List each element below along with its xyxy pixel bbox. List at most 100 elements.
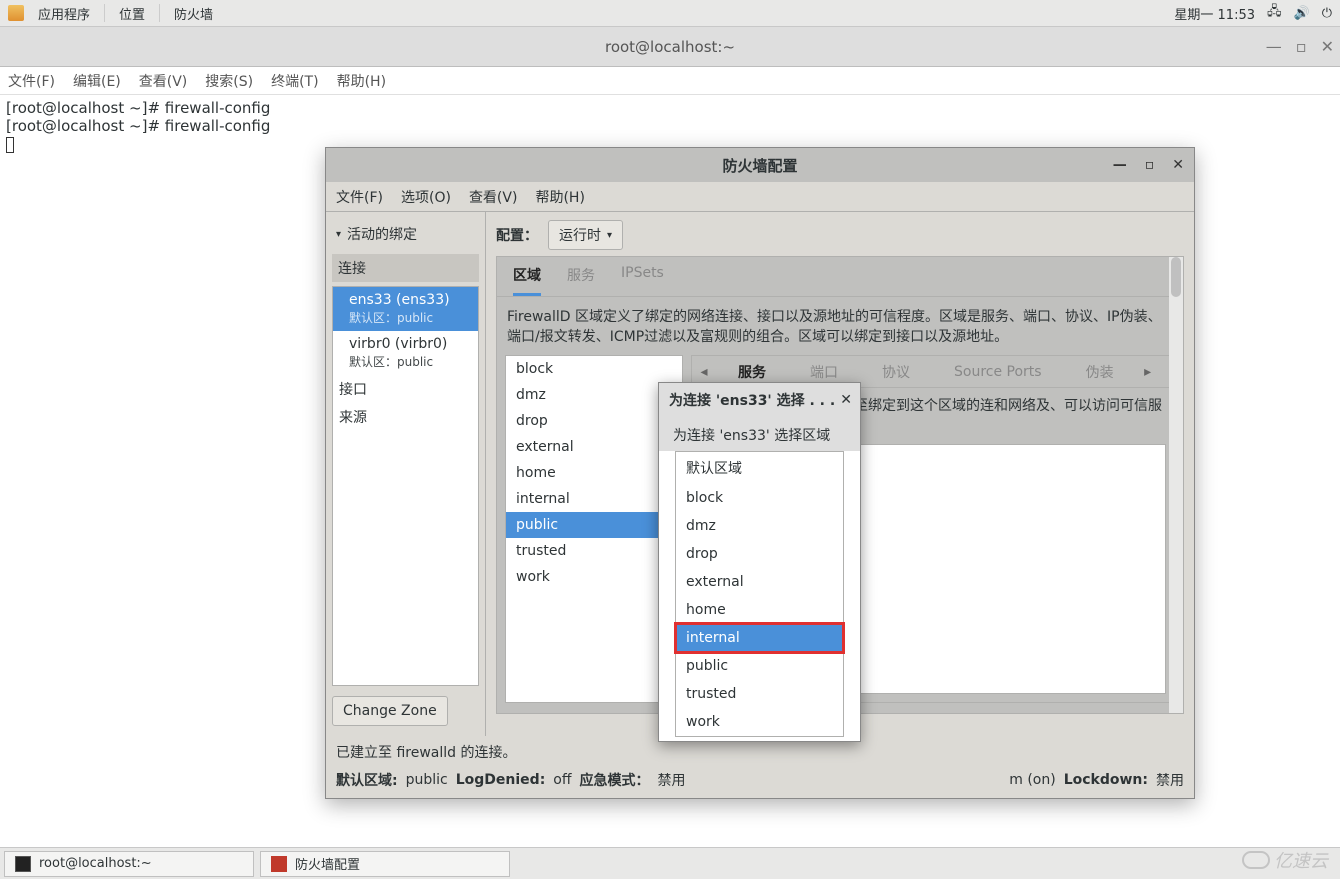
tab-zone[interactable]: 区域 bbox=[513, 265, 541, 296]
zone-option-trusted[interactable]: trusted bbox=[676, 680, 843, 708]
tab-masquerade[interactable]: 伪装 bbox=[1064, 362, 1136, 382]
auto-helpers: m (on) bbox=[1009, 772, 1055, 788]
connection-item-virbr0[interactable]: virbr0 (virbr0) 默认区：public bbox=[333, 331, 478, 375]
terminal-title: root@localhost:~ bbox=[605, 38, 735, 56]
menu-help[interactable]: 帮助(H) bbox=[337, 71, 386, 91]
menu-file[interactable]: 文件(F) bbox=[8, 71, 55, 91]
active-bindings-label: 活动的绑定 bbox=[347, 224, 417, 244]
clock[interactable]: 星期一 11:53 bbox=[1174, 4, 1255, 23]
firewall-titlebar[interactable]: 防火墙配置 — ▫ ✕ bbox=[326, 148, 1194, 182]
zone-option-public[interactable]: public bbox=[676, 652, 843, 680]
menu-terminal[interactable]: 终端(T) bbox=[271, 71, 318, 91]
separator bbox=[104, 4, 105, 22]
zone-description: FirewallD 区域定义了绑定的网络连接、接口以及源地址的可信程度。区域是服… bbox=[505, 305, 1175, 355]
close-icon[interactable]: ✕ bbox=[1321, 37, 1334, 56]
config-combo[interactable]: 运行时 bbox=[548, 220, 623, 250]
minimize-icon[interactable]: — bbox=[1266, 37, 1282, 56]
panic-value: 禁用 bbox=[658, 770, 686, 790]
zone-option-internal[interactable]: internal bbox=[676, 624, 843, 652]
scroll-right-icon[interactable]: ▸ bbox=[1136, 364, 1160, 380]
menu-places[interactable]: 位置 bbox=[119, 4, 145, 23]
task-item-terminal[interactable]: root@localhost:~ bbox=[4, 851, 254, 877]
maximize-icon[interactable]: ▫ bbox=[1145, 157, 1155, 173]
panic-label: 应急模式： bbox=[580, 770, 650, 790]
menu-help[interactable]: 帮助(H) bbox=[535, 187, 584, 207]
task-item-firewall[interactable]: 防火墙配置 bbox=[260, 851, 510, 877]
watermark-text: 亿速云 bbox=[1274, 847, 1328, 873]
tab-source-ports[interactable]: Source Ports bbox=[932, 364, 1064, 380]
zone-list: block dmz drop external home internal pu… bbox=[505, 355, 683, 703]
firewall-menubar: 文件(F) 选项(O) 查看(V) 帮助(H) bbox=[326, 182, 1194, 212]
maximize-icon[interactable]: ▫ bbox=[1296, 37, 1307, 56]
close-icon[interactable]: ✕ bbox=[1172, 157, 1184, 173]
change-zone-button[interactable]: Change Zone bbox=[332, 696, 448, 726]
lockdown-value: 禁用 bbox=[1156, 770, 1184, 790]
tab-services[interactable]: 服务 bbox=[716, 362, 788, 382]
menu-options[interactable]: 选项(O) bbox=[401, 187, 451, 207]
dialog-titlebar[interactable]: 为连接 'ens33' 选择 . . . ✕ bbox=[659, 383, 860, 417]
zone-option-dmz[interactable]: dmz bbox=[676, 512, 843, 540]
terminal-titlebar[interactable]: root@localhost:~ — ▫ ✕ bbox=[0, 27, 1340, 67]
tab-ports[interactable]: 端口 bbox=[788, 362, 860, 382]
interfaces-header[interactable]: 接口 bbox=[333, 375, 478, 403]
zone-options: 默认区域 block dmz drop external home intern… bbox=[659, 451, 860, 741]
firewall-title: 防火墙配置 bbox=[722, 155, 797, 176]
zone-item-drop[interactable]: drop bbox=[506, 408, 682, 434]
network-icon[interactable]: 🖧 bbox=[1267, 2, 1282, 24]
tab-protocols[interactable]: 协议 bbox=[860, 362, 932, 382]
zone-select-dialog: 为连接 'ens33' 选择 . . . ✕ 为连接 'ens33' 选择区域 … bbox=[658, 382, 861, 742]
terminal-menubar: 文件(F) 编辑(E) 查看(V) 搜索(S) 终端(T) 帮助(H) bbox=[0, 67, 1340, 95]
connections-list: ens33 (ens33) 默认区：public virbr0 (virbr0)… bbox=[332, 286, 479, 686]
zone-option-drop[interactable]: drop bbox=[676, 540, 843, 568]
connection-default-zone: 默认区：public bbox=[349, 353, 468, 371]
connection-item-ens33[interactable]: ens33 (ens33) 默认区：public bbox=[333, 287, 478, 331]
scroll-left-icon[interactable]: ◂ bbox=[692, 364, 716, 380]
power-icon[interactable]: ⏻ bbox=[1322, 6, 1332, 21]
log-denied-label: LogDenied: bbox=[456, 772, 546, 788]
zone-option-external[interactable]: external bbox=[676, 568, 843, 596]
top-panel: 应用程序 位置 防火墙 星期一 11:53 🖧 🔊 ⏻ bbox=[0, 0, 1340, 27]
menu-view[interactable]: 查看(V) bbox=[469, 187, 518, 207]
tab-ipsets[interactable]: IPSets bbox=[621, 265, 664, 296]
terminal-line: [root@localhost ~]# firewall-config bbox=[6, 117, 270, 135]
minimize-icon[interactable]: — bbox=[1113, 157, 1127, 173]
menu-firewall[interactable]: 防火墙 bbox=[174, 4, 213, 23]
scrollbar-thumb[interactable] bbox=[1171, 257, 1181, 297]
zone-option-work[interactable]: work bbox=[676, 708, 843, 736]
zone-item-external[interactable]: external bbox=[506, 434, 682, 460]
dialog-label: 为连接 'ens33' 选择区域 bbox=[659, 417, 860, 451]
watermark: 亿速云 bbox=[1242, 847, 1328, 873]
zone-option-home[interactable]: home bbox=[676, 596, 843, 624]
tab-service[interactable]: 服务 bbox=[567, 265, 595, 296]
menu-view[interactable]: 查看(V) bbox=[139, 71, 188, 91]
config-label: 配置： bbox=[496, 225, 538, 245]
zone-item-trusted[interactable]: trusted bbox=[506, 538, 682, 564]
zone-item-work[interactable]: work bbox=[506, 564, 682, 590]
menu-edit[interactable]: 编辑(E) bbox=[73, 71, 121, 91]
outer-tabs: 区域 服务 IPSets bbox=[497, 257, 1183, 297]
close-icon[interactable]: ✕ bbox=[840, 392, 852, 408]
menu-apps[interactable]: 应用程序 bbox=[38, 4, 90, 23]
zone-item-home[interactable]: home bbox=[506, 460, 682, 486]
distro-icon bbox=[8, 5, 24, 21]
zone-item-block[interactable]: block bbox=[506, 356, 682, 382]
active-bindings-toggle[interactable]: 活动的绑定 bbox=[332, 218, 479, 250]
lockdown-label: Lockdown: bbox=[1064, 772, 1148, 788]
zone-option-default[interactable]: 默认区域 bbox=[676, 452, 843, 484]
separator bbox=[159, 4, 160, 22]
sources-header[interactable]: 来源 bbox=[333, 403, 478, 431]
task-label: root@localhost:~ bbox=[39, 856, 152, 871]
zone-option-block[interactable]: block bbox=[676, 484, 843, 512]
zone-item-public[interactable]: public bbox=[506, 512, 682, 538]
zone-item-dmz[interactable]: dmz bbox=[506, 382, 682, 408]
cursor bbox=[6, 137, 14, 153]
default-zone-label: 默认区域: bbox=[336, 770, 398, 790]
sidebar: 活动的绑定 连接 ens33 (ens33) 默认区：public virbr0… bbox=[326, 212, 486, 736]
menu-search[interactable]: 搜索(S) bbox=[205, 71, 253, 91]
zone-item-internal[interactable]: internal bbox=[506, 486, 682, 512]
connection-name: virbr0 (virbr0) bbox=[349, 335, 468, 353]
menu-file[interactable]: 文件(F) bbox=[336, 187, 383, 207]
scrollbar[interactable] bbox=[1169, 257, 1183, 713]
volume-icon[interactable]: 🔊 bbox=[1294, 6, 1310, 21]
dialog-title: 为连接 'ens33' 选择 . . . bbox=[669, 390, 835, 410]
